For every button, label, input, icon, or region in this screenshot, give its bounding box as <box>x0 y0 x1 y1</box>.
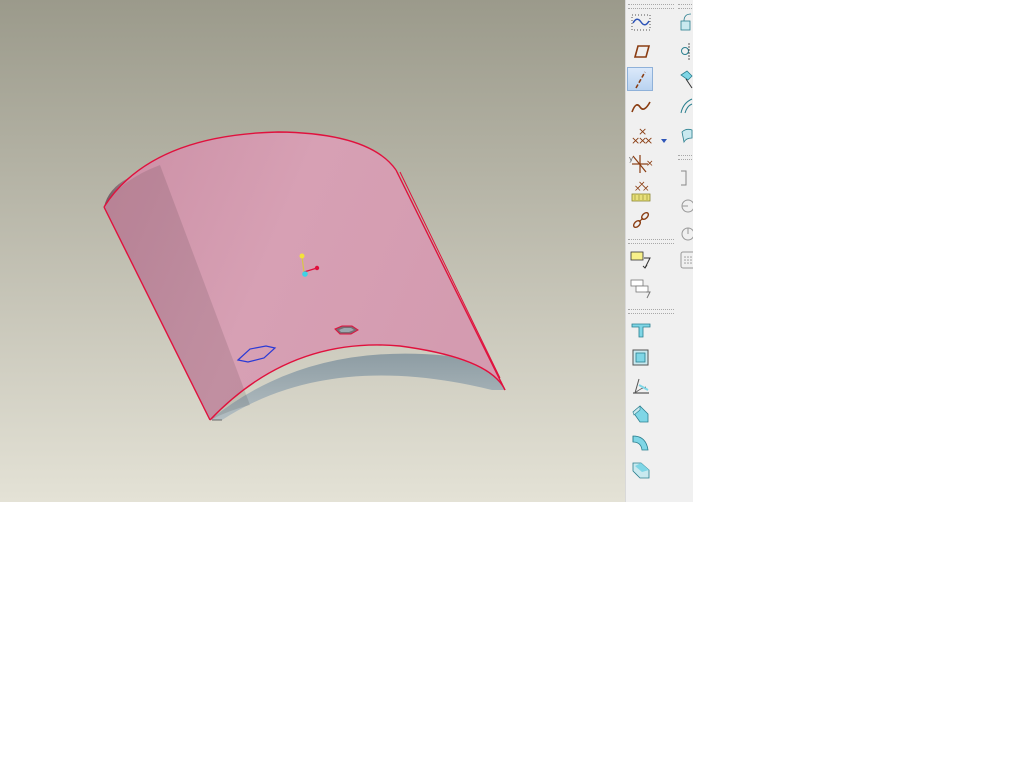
chamfer-icon <box>632 462 650 479</box>
shell-icon <box>632 349 649 366</box>
shell-button[interactable] <box>628 346 654 370</box>
datum-point-button[interactable]: × × × × <box>628 124 654 148</box>
flange-icon <box>681 170 687 186</box>
coordinate-system-button[interactable]: × y <box>628 152 654 176</box>
toolbar-grip[interactable] <box>678 4 692 9</box>
svg-text:y: y <box>629 155 633 163</box>
annotation-element-icon <box>630 279 651 299</box>
annotation-icon <box>630 251 651 269</box>
svg-text:×: × <box>642 184 650 194</box>
pattern-axis-icon <box>681 227 693 241</box>
chamfer-button[interactable] <box>628 458 654 482</box>
draft-icon <box>633 378 649 394</box>
flange-button[interactable] <box>678 166 693 190</box>
wall-icon <box>631 323 651 338</box>
blend-icon <box>680 98 693 114</box>
sweep-button[interactable] <box>678 67 693 91</box>
sweep-icon <box>680 70 693 89</box>
blend-button[interactable] <box>678 95 693 119</box>
svg-text:×: × <box>646 159 654 169</box>
graphics-viewport[interactable] <box>0 0 625 502</box>
extrude-icon <box>680 13 692 31</box>
datum-plane-button[interactable] <box>628 39 654 63</box>
revolve-button[interactable] <box>678 39 693 63</box>
annotation-feature-button[interactable] <box>628 248 654 272</box>
curve-icon <box>631 101 651 113</box>
toolbar-grip[interactable] <box>678 155 692 160</box>
feature-toolbar: × × × × × y × × × <box>625 0 693 502</box>
chain-icon <box>632 211 650 229</box>
analysis-icon: × × × <box>631 180 651 202</box>
rib-icon <box>632 405 649 423</box>
sketched-datum-curve-button[interactable] <box>628 11 654 35</box>
svg-text:×: × <box>638 134 647 147</box>
boundary-icon <box>681 128 693 144</box>
model-scene[interactable] <box>0 0 625 502</box>
pattern-dimension-button[interactable] <box>678 194 693 218</box>
chain-button[interactable] <box>628 208 654 232</box>
datum-axis-button[interactable] <box>627 67 653 91</box>
application-window: × × × × × y × × × <box>0 0 1024 768</box>
rib-button[interactable] <box>628 402 654 426</box>
datum-curve-button[interactable] <box>628 95 654 119</box>
extrude-button[interactable] <box>678 11 693 35</box>
dotted-curve-icon <box>631 14 651 31</box>
draft-button[interactable] <box>628 374 654 398</box>
axis-icon <box>635 71 646 89</box>
revolve-icon <box>681 43 690 60</box>
datum-point-dropdown-arrow[interactable] <box>659 131 669 143</box>
pattern-grid-button[interactable] <box>678 248 693 272</box>
round-icon <box>632 435 649 451</box>
annotation-element-button[interactable] <box>628 276 654 300</box>
analysis-feature-button[interactable]: × × × <box>628 180 654 204</box>
toolbar-grip[interactable] <box>628 4 674 9</box>
pattern-dimension-icon <box>681 199 693 213</box>
round-button[interactable] <box>628 430 654 454</box>
plane-icon <box>633 45 651 58</box>
pattern-axis-button[interactable] <box>678 222 693 246</box>
toolbar-grip[interactable] <box>628 309 674 314</box>
toolbar-grip[interactable] <box>628 239 674 244</box>
point-icon: × × × × <box>631 125 653 147</box>
grid-icon <box>680 251 693 269</box>
boundary-button[interactable] <box>678 124 693 148</box>
chevron-down-icon <box>661 139 667 143</box>
csys-icon: × y <box>629 155 654 173</box>
wall-button[interactable] <box>628 318 654 342</box>
